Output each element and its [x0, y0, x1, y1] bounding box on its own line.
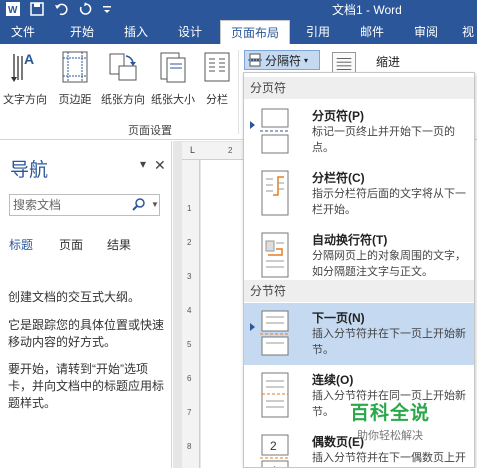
- watermark-subtitle: 助你轻松解决: [357, 430, 423, 442]
- menu-item-page-break[interactable]: 分页符(P) 标记一页终止并开始下一页的点。: [244, 101, 474, 163]
- search-dropdown-icon[interactable]: ▼: [151, 196, 159, 214]
- section-header-page-breaks: 分页符: [244, 77, 474, 99]
- nav-help-text-2: 它是跟踪您的具体位置或快速移动内容的好方式。: [8, 318, 165, 349]
- nav-title: 导航: [10, 160, 49, 181]
- search-placeholder: 搜索文档: [13, 198, 62, 212]
- menu-item-name: 分栏符(C): [312, 171, 365, 185]
- section-header-section-breaks: 分节符: [244, 280, 474, 302]
- breaks-icon: [248, 53, 262, 67]
- svg-text:2: 2: [270, 439, 277, 453]
- even-page-break-icon: 24: [260, 434, 290, 468]
- tab-home[interactable]: 开始: [58, 20, 106, 44]
- page-setup-group-label: 页面设置: [128, 125, 172, 137]
- margins-label: 页边距: [58, 94, 92, 106]
- margins-icon: [62, 51, 88, 83]
- ribbon-separator: [238, 50, 239, 134]
- menu-item-desc: 标记一页终止并开始下一页的点。: [312, 126, 455, 154]
- text-direction-label: 文字方向: [3, 94, 47, 106]
- breaks-button[interactable]: 分隔符 ▾: [244, 50, 320, 70]
- ruler-mark: 8: [187, 442, 192, 451]
- search-icon[interactable]: [130, 196, 148, 214]
- columns-button[interactable]: 分栏: [196, 50, 238, 107]
- orientation-label: 纸张方向: [101, 94, 145, 106]
- ruler-mark: 4: [187, 306, 192, 315]
- breaks-label: 分隔符: [265, 53, 302, 68]
- customize-toolbar-icon[interactable]: [102, 2, 112, 16]
- tab-references[interactable]: 引用: [294, 20, 342, 44]
- tab-mailings[interactable]: 邮件: [348, 20, 396, 44]
- watermark-title: 百科全说: [349, 403, 430, 424]
- menu-item-name: 连续(O): [312, 373, 354, 387]
- text-direction-button[interactable]: A 文字方向: [0, 50, 50, 107]
- margins-button[interactable]: 页边距: [50, 50, 100, 107]
- redo-icon[interactable]: [78, 2, 92, 16]
- nav-options-icon[interactable]: ▾: [140, 157, 146, 174]
- document-title: 文档1 - Word: [332, 3, 402, 17]
- continuous-break-icon: [261, 372, 289, 418]
- text-direction-icon: A: [11, 51, 34, 82]
- menu-item-name: 自动换行符(T): [312, 233, 388, 247]
- menu-item-desc: 插入分节符并在下一页上开始新节。: [312, 328, 466, 356]
- tab-review[interactable]: 审阅: [402, 20, 450, 44]
- title-bar: W 文档1 - Word: [0, 0, 477, 20]
- nav-help-text-3: 要开始，请转到“开始”选项卡，并向文档中的标题应用标题样式。: [8, 362, 165, 410]
- tab-design[interactable]: 设计: [166, 20, 214, 44]
- ribbon-tabs: 文件 开始 插入 设计 页面布局 引用 邮件 审阅 视: [0, 20, 477, 44]
- nav-help-text-1: 创建文档的交互式大纲。: [8, 290, 141, 304]
- columns-label: 分栏: [206, 94, 228, 106]
- next-page-break-icon: [260, 310, 290, 356]
- column-break-icon: [261, 170, 289, 216]
- nav-tab-headings[interactable]: 标题: [9, 236, 33, 253]
- menu-item-column-break[interactable]: 分栏符(C) 指示分栏符后面的文字将从下一栏开始。: [244, 163, 474, 225]
- nav-tab-pages[interactable]: 页面: [59, 236, 83, 253]
- watermark: 百科全说 助你轻松解决: [335, 398, 445, 443]
- svg-text:A: A: [24, 51, 34, 67]
- menu-item-name: 下一页(N): [312, 311, 365, 325]
- size-label: 纸张大小: [151, 94, 195, 106]
- ruler-mark: 5: [187, 340, 192, 349]
- ruler-mark: 7: [187, 408, 192, 417]
- svg-text:4: 4: [270, 464, 277, 468]
- size-button[interactable]: 纸张大小: [148, 50, 198, 107]
- pointer-icon: [250, 323, 255, 331]
- svg-text:W: W: [8, 5, 18, 16]
- ruler-mark: 3: [187, 272, 192, 281]
- ruler-mark: 2: [228, 146, 233, 155]
- text-wrapping-break-icon: [261, 232, 289, 278]
- close-icon[interactable]: ✕: [154, 157, 166, 174]
- page-break-icon: [260, 108, 290, 154]
- menu-item-desc: 插入分节符并在下一偶数页上开始新节。: [312, 452, 466, 464]
- menu-item-desc: 指示分栏符后面的文字将从下一栏开始。: [312, 188, 466, 216]
- pointer-icon: [250, 121, 255, 129]
- search-input[interactable]: 搜索文档 ▼: [9, 194, 160, 216]
- quick-access-toolbar: W: [6, 2, 112, 16]
- document-page[interactable]: [201, 160, 245, 468]
- vertical-ruler: 1 2 3 4 5 6 7 8: [182, 160, 200, 468]
- ruler-mark: 6: [187, 374, 192, 383]
- menu-item-next-page[interactable]: 下一页(N) 插入分节符并在下一页上开始新节。: [244, 303, 474, 365]
- page-size-icon: [160, 52, 186, 83]
- horizontal-ruler: L 2: [182, 142, 244, 160]
- nav-tab-results[interactable]: 结果: [107, 236, 131, 253]
- tab-file[interactable]: 文件: [0, 20, 46, 44]
- columns-icon: [204, 52, 230, 82]
- navigation-pane: 导航 ▾ ✕ 搜索文档 ▼ 标题 页面 结果 创建文档的交互式大纲。 它是跟踪您…: [0, 141, 172, 468]
- menu-item-desc: 分隔网页上的对象周围的文字，如分隔题注文字与正文。: [312, 250, 466, 278]
- orientation-button[interactable]: 纸张方向: [98, 50, 148, 107]
- indent-label: 缩进: [376, 55, 401, 69]
- save-icon[interactable]: [30, 2, 44, 16]
- tab-stop-marker[interactable]: L: [190, 145, 195, 155]
- ruler-mark: 2: [187, 238, 192, 247]
- tab-insert[interactable]: 插入: [112, 20, 160, 44]
- orientation-icon: [109, 53, 137, 81]
- word-logo-icon[interactable]: W: [6, 2, 20, 16]
- tab-layout[interactable]: 页面布局: [220, 20, 290, 44]
- ruler-mark: 1: [187, 204, 192, 213]
- undo-icon[interactable]: [54, 2, 68, 16]
- tab-view[interactable]: 视: [456, 20, 477, 44]
- menu-item-name: 分页符(P): [312, 109, 364, 123]
- chevron-down-icon: ▾: [304, 55, 309, 65]
- menu-item-text-wrapping-break[interactable]: 自动换行符(T) 分隔网页上的对象周围的文字，如分隔题注文字与正文。: [244, 225, 474, 287]
